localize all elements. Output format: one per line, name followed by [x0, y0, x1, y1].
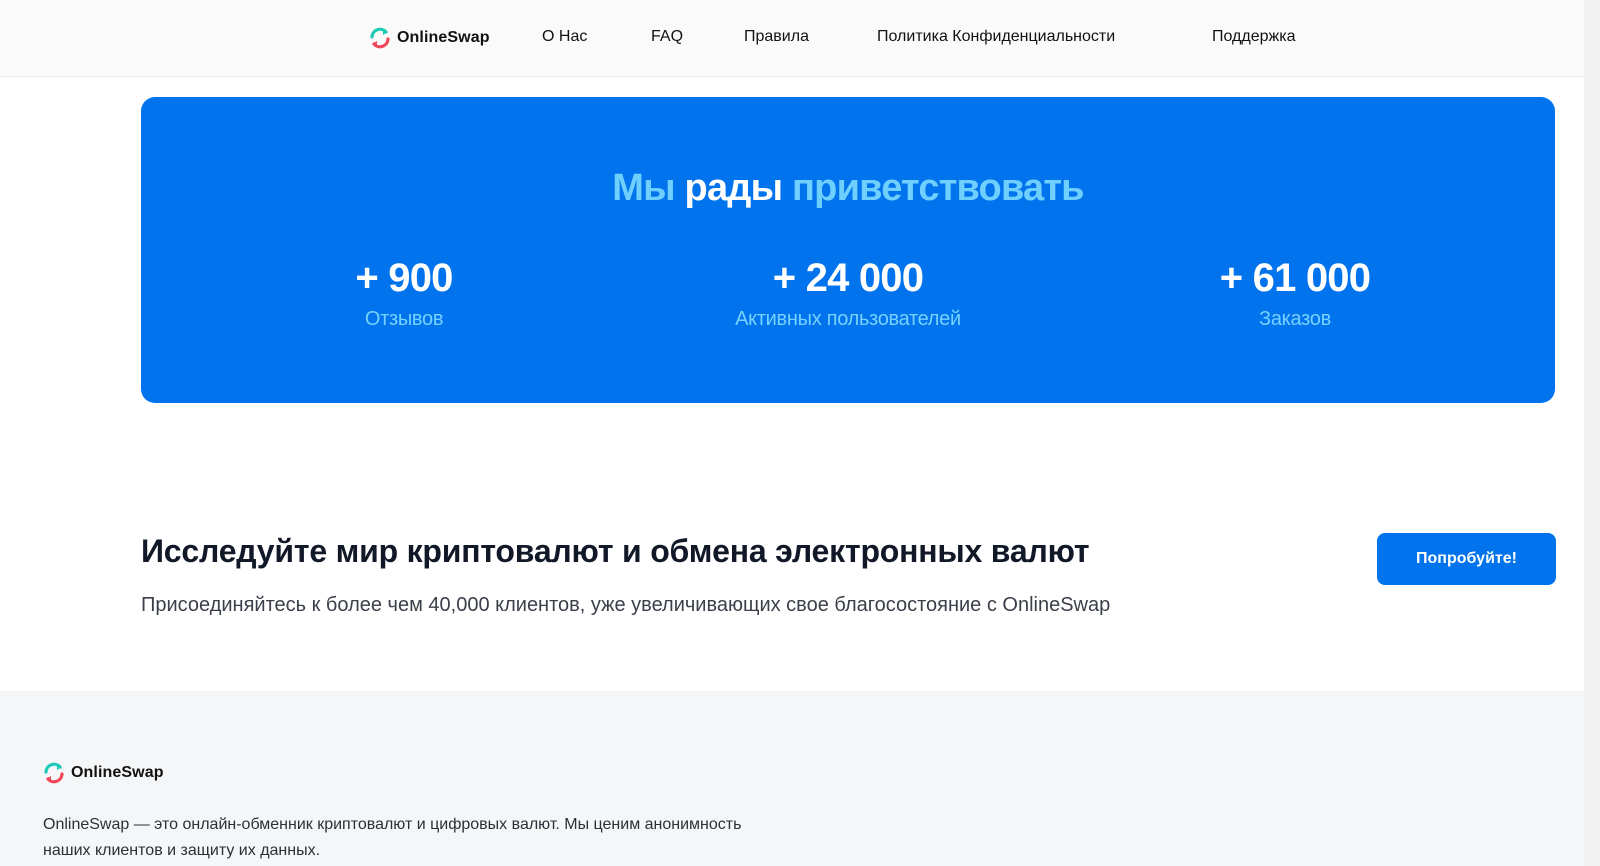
hero-title-word-1: Мы	[612, 167, 675, 209]
stat-value: + 900	[355, 256, 453, 300]
site-footer: OnlineSwap OnlineSwap — это онлайн-обмен…	[0, 691, 1584, 866]
welcome-banner: Мы рады приветствовать + 900 Отзывов + 2…	[141, 97, 1555, 403]
hero-title: Мы рады приветствовать	[141, 167, 1555, 210]
swap-logo-icon	[44, 762, 64, 784]
nav-item-rules[interactable]: Правила	[744, 28, 809, 46]
stat-label: Отзывов	[364, 308, 444, 330]
try-button[interactable]: Попробуйте!	[1377, 533, 1556, 585]
cta-subtitle: Присоединяйтесь к более чем 40,000 клиен…	[141, 594, 1111, 616]
brand-name: OnlineSwap	[71, 764, 164, 781]
stat-value: + 61 000	[1219, 256, 1371, 300]
footer-description: OnlineSwap — это онлайн-обменник криптов…	[43, 816, 742, 859]
nav-item-about[interactable]: О Нас	[542, 28, 587, 46]
hero-title-word-3: приветствовать	[792, 167, 1085, 209]
brand-name: OnlineSwap	[397, 29, 490, 46]
stat-reviews: + 900 Отзывов	[204, 254, 604, 331]
hero-title-word-2: рады	[684, 167, 784, 209]
stat-label: Заказов	[1259, 308, 1331, 330]
footer-logo[interactable]: OnlineSwap	[42, 761, 164, 785]
header-logo[interactable]: OnlineSwap	[368, 26, 490, 50]
nav-item-support[interactable]: Поддержка	[1212, 28, 1295, 46]
stat-active-users: + 24 000 Активных пользователей	[648, 254, 1048, 331]
stat-orders: + 61 000 Заказов	[1095, 254, 1495, 331]
swap-logo-icon	[370, 27, 390, 49]
stat-value: + 24 000	[772, 256, 924, 300]
site-header: OnlineSwap О Нас FAQ Правила Политика Ко…	[0, 0, 1584, 77]
page-scrollbar[interactable]	[1584, 0, 1600, 866]
nav-item-faq[interactable]: FAQ	[651, 28, 683, 46]
stat-label: Активных пользователей	[735, 308, 961, 330]
nav-item-privacy[interactable]: Политика Конфиденциальности	[877, 28, 1115, 46]
cta-title: Исследуйте мир криптовалют и обмена элек…	[141, 533, 1090, 569]
